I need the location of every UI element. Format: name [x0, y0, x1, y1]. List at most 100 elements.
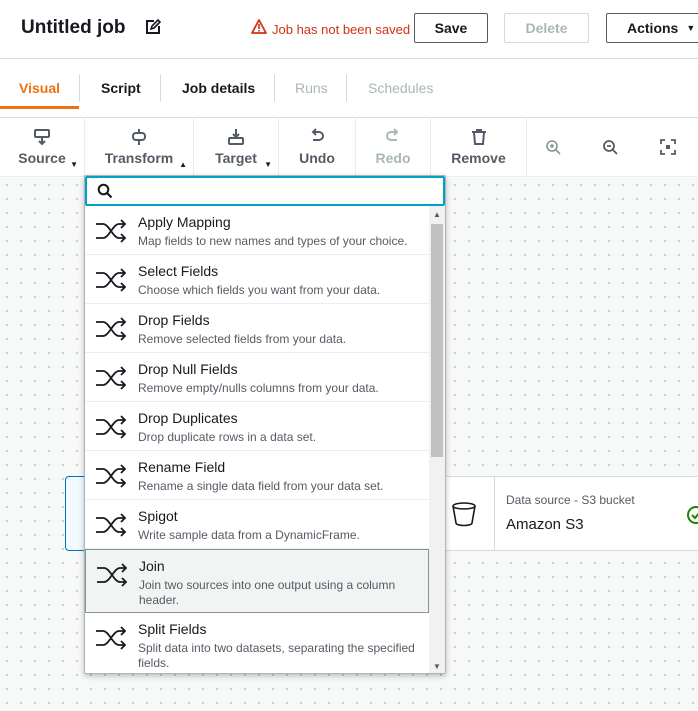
transform-label: Transform [104, 150, 174, 166]
undo-label: Undo [299, 150, 335, 166]
list-item[interactable]: Drop Null Fields Remove empty/nulls colu… [85, 353, 429, 402]
item-name: Drop Fields [138, 312, 210, 328]
caret-up-icon: ▲ [179, 160, 187, 169]
active-tab-indicator [0, 106, 79, 109]
shuffle-icon [95, 366, 129, 395]
transform-list: Apply Mapping Map fields to new names an… [85, 206, 429, 673]
shuffle-icon [95, 219, 129, 248]
fit-view-icon [660, 137, 676, 157]
scroll-down-icon[interactable]: ▼ [433, 662, 441, 671]
scrollbar-thumb[interactable] [431, 224, 443, 457]
search-input[interactable] [121, 181, 431, 201]
data-source-node[interactable]: Data source - S3 bucket Amazon S3 [432, 476, 698, 551]
success-check-icon [686, 505, 698, 530]
scroll-up-icon[interactable]: ▲ [433, 210, 441, 219]
item-description: Remove empty/nulls columns from your dat… [138, 381, 379, 395]
tab-divider [346, 74, 347, 102]
item-description: Join two sources into one output using a… [139, 578, 396, 607]
redo-label: Redo [375, 150, 411, 166]
shuffle-icon [95, 513, 129, 542]
caret-down-icon: ▼ [264, 160, 272, 169]
item-description: Map fields to new names and types of you… [138, 234, 408, 248]
list-item[interactable]: Select Fields Choose which fields you wa… [85, 255, 429, 304]
shuffle-icon [95, 268, 129, 297]
actions-label: Actions [627, 20, 679, 36]
item-name: Apply Mapping [138, 214, 231, 230]
save-button[interactable]: Save [414, 13, 488, 43]
tab-divider [160, 74, 161, 102]
node-title: Amazon S3 [506, 516, 584, 533]
list-item[interactable]: Drop Fields Remove selected fields from … [85, 304, 429, 353]
scrollbar[interactable]: ▲ ▼ [429, 206, 445, 673]
shuffle-icon [95, 464, 129, 493]
shuffle-icon [95, 415, 129, 444]
shuffle-icon [96, 563, 130, 592]
item-name: Split Fields [138, 621, 207, 637]
item-name: Rename Field [138, 459, 226, 475]
item-description: Drop duplicate rows in a data set. [138, 430, 317, 444]
undo-icon [308, 127, 326, 147]
header-divider [0, 58, 698, 59]
tab-visual[interactable]: Visual [19, 80, 60, 96]
tab-job-details[interactable]: Job details [182, 80, 255, 96]
item-name: Drop Duplicates [138, 410, 238, 426]
search-icon [97, 183, 113, 204]
delete-button[interactable]: Delete [504, 13, 589, 43]
item-description: Write sample data from a DynamicFrame. [138, 528, 360, 542]
unsaved-warning: Job has not been saved [251, 19, 410, 39]
zoom-out-icon [602, 137, 618, 157]
transform-search[interactable] [85, 176, 445, 206]
caret-down-icon: ▼ [686, 23, 696, 33]
job-title: Untitled job [21, 17, 126, 38]
redo-icon [384, 127, 402, 147]
shuffle-icon [95, 626, 129, 655]
transform-icon [130, 127, 148, 147]
warning-icon [251, 19, 267, 39]
warning-text: Job has not been saved [272, 21, 411, 37]
list-item[interactable]: Apply Mapping Map fields to new names an… [85, 206, 429, 255]
list-item[interactable]: Split Fields Split data into two dataset… [85, 613, 429, 673]
item-description: Remove selected fields from your data. [138, 332, 347, 346]
item-name: Spigot [138, 508, 178, 524]
tab-bar: Visual Script Job details Runs Schedules [0, 68, 698, 109]
canvas-toolbar: Source ▼ Transform ▲ Target ▼ Undo Redo [0, 117, 698, 177]
tab-runs[interactable]: Runs [295, 80, 328, 96]
item-description: Split data into two datasets, separating… [138, 641, 415, 670]
list-item[interactable]: Drop Duplicates Drop duplicate rows in a… [85, 402, 429, 451]
list-item[interactable]: Spigot Write sample data from a DynamicF… [85, 500, 429, 549]
target-icon [227, 127, 245, 147]
target-button[interactable]: Target ▼ [194, 117, 278, 177]
source-label: Source [18, 150, 66, 166]
tab-schedules[interactable]: Schedules [368, 80, 433, 96]
actions-button[interactable]: Actions ▼ [606, 13, 698, 43]
remove-button[interactable]: Remove [431, 117, 526, 177]
item-description: Rename a single data field from your dat… [138, 479, 384, 493]
tab-divider [274, 74, 275, 102]
zoom-in-button[interactable] [536, 117, 570, 177]
tab-divider [79, 74, 80, 102]
source-icon [33, 127, 51, 147]
transform-button[interactable]: Transform ▲ [85, 117, 193, 177]
undo-button[interactable]: Undo [279, 117, 355, 177]
caret-down-icon: ▼ [70, 160, 78, 169]
tab-script[interactable]: Script [101, 80, 141, 96]
list-item[interactable]: Rename Field Rename a single data field … [85, 451, 429, 500]
zoom-in-icon [545, 137, 561, 157]
item-name: Drop Null Fields [138, 361, 238, 377]
edit-icon[interactable] [145, 18, 163, 37]
trash-icon [470, 127, 488, 147]
transform-dropdown: Apply Mapping Map fields to new names an… [84, 175, 446, 674]
node-subtitle: Data source - S3 bucket [506, 493, 635, 507]
redo-button[interactable]: Redo [356, 117, 430, 177]
zoom-out-button[interactable] [593, 117, 627, 177]
item-name: Join [139, 558, 165, 574]
list-item-selected[interactable]: Join Join two sources into one output us… [85, 549, 429, 613]
shuffle-icon [95, 317, 129, 346]
page-header: Untitled job Job has not been saved Save… [0, 0, 698, 58]
item-description: Choose which fields you want from your d… [138, 283, 381, 297]
fit-view-button[interactable] [651, 117, 685, 177]
target-label: Target [215, 150, 257, 166]
source-button[interactable]: Source ▼ [0, 117, 84, 177]
item-name: Select Fields [138, 263, 219, 279]
remove-label: Remove [451, 150, 506, 166]
